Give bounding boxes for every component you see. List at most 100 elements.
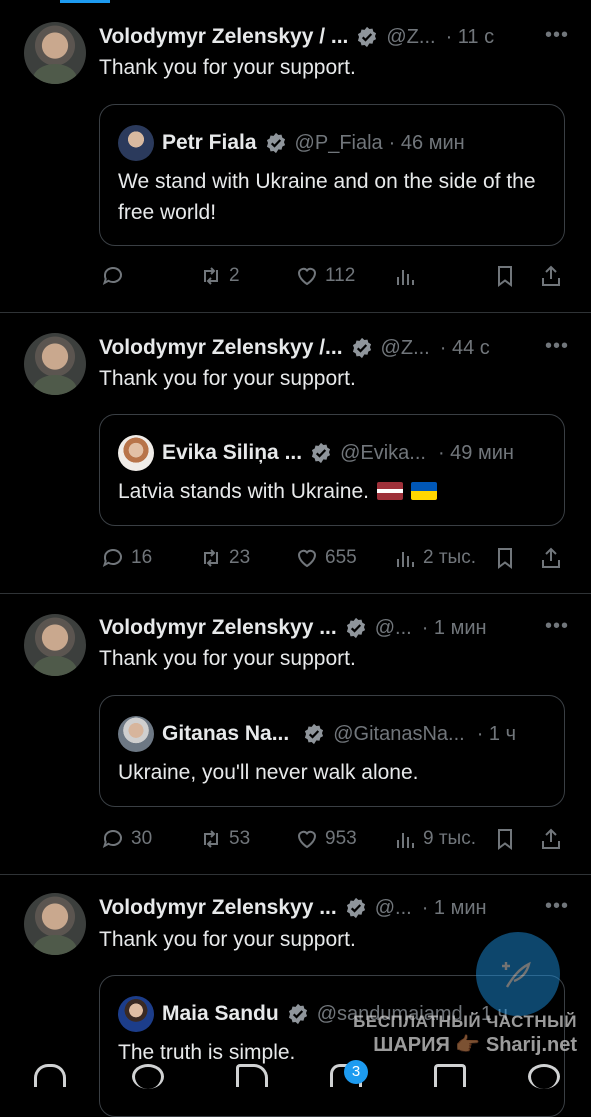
like-button[interactable]: 953 bbox=[295, 827, 357, 851]
timestamp[interactable]: · 44 с bbox=[440, 337, 490, 360]
messages-icon[interactable] bbox=[434, 1064, 466, 1087]
quote-timestamp[interactable]: · 46 мин bbox=[389, 132, 465, 155]
views-chart-icon bbox=[397, 552, 414, 567]
timestamp[interactable]: · 1 мин bbox=[422, 897, 487, 920]
reply-button[interactable]: 30 bbox=[101, 827, 152, 851]
search-icon[interactable] bbox=[132, 1064, 164, 1089]
reply-button[interactable] bbox=[101, 264, 131, 288]
share-icon bbox=[542, 265, 560, 286]
quote-author-name[interactable]: Petr Fiala bbox=[162, 131, 257, 155]
author-handle[interactable]: @Z... bbox=[386, 26, 435, 49]
more-options-icon[interactable]: ••• bbox=[545, 335, 569, 358]
author-handle[interactable]: @... bbox=[375, 617, 412, 640]
latvia-flag-icon bbox=[376, 482, 403, 500]
bookmark-button[interactable] bbox=[493, 264, 523, 288]
tweet-header: Volodymyr Zelenskyy ... @... · 1 мин ••• bbox=[99, 893, 569, 923]
more-options-icon[interactable]: ••• bbox=[545, 615, 569, 638]
action-bar: 30 53 953 9 тыс. bbox=[99, 827, 567, 857]
quote-timestamp[interactable]: · 1 ч bbox=[477, 723, 516, 746]
heart-icon bbox=[297, 549, 317, 568]
author-handle[interactable]: @... bbox=[375, 897, 412, 920]
verified-badge-icon bbox=[358, 26, 377, 48]
author-name[interactable]: Volodymyr Zelenskyy /... bbox=[99, 336, 343, 360]
tweet[interactable]: Volodymyr Zelenskyy ... @... · 1 мин •••… bbox=[0, 594, 591, 874]
tweet-header: Volodymyr Zelenskyy /... @Z... · 44 с ••… bbox=[99, 333, 569, 363]
quote-author-name[interactable]: Maia Sandu bbox=[162, 1002, 279, 1026]
quote-author-handle[interactable]: @GitanasNa... bbox=[333, 723, 464, 746]
share-icon bbox=[542, 547, 560, 568]
quoted-tweet[interactable]: Petr Fiala @P_Fiala · 46 мин We stand wi… bbox=[99, 104, 565, 246]
quote-text: Ukraine, you'll never walk alone. bbox=[118, 761, 419, 784]
author-name[interactable]: Volodymyr Zelenskyy / ... bbox=[99, 25, 348, 49]
views-button[interactable] bbox=[393, 264, 423, 288]
like-button[interactable]: 655 bbox=[295, 546, 357, 570]
quoted-tweet[interactable]: Evika Siliņa ... @Evika... · 49 мин Latv… bbox=[99, 414, 565, 526]
more-options-icon[interactable]: ••• bbox=[545, 24, 569, 47]
quote-avatar[interactable] bbox=[118, 716, 154, 752]
home-icon[interactable] bbox=[34, 1064, 66, 1087]
reply-icon bbox=[102, 267, 122, 286]
quote-author-name[interactable]: Evika Siliņa ... bbox=[162, 441, 302, 465]
communities-icon[interactable] bbox=[528, 1064, 560, 1089]
reply-count: 30 bbox=[131, 828, 153, 849]
like-count: 655 bbox=[325, 547, 357, 568]
reply-button[interactable]: 16 bbox=[101, 546, 152, 570]
quote-timestamp[interactable]: · 49 мин bbox=[438, 442, 514, 465]
verified-badge-icon bbox=[352, 337, 371, 359]
timestamp[interactable]: · 1 мин bbox=[422, 617, 487, 640]
avatar[interactable] bbox=[24, 893, 86, 955]
retweet-count: 2 bbox=[229, 265, 240, 286]
verified-badge-icon bbox=[305, 723, 324, 745]
tweet[interactable]: Volodymyr Zelenskyy / ... @Z... · 11 с •… bbox=[0, 0, 591, 312]
views-chart-icon bbox=[397, 833, 414, 848]
retweet-button[interactable]: 23 bbox=[199, 546, 250, 570]
reply-icon bbox=[102, 549, 122, 568]
quote-avatar[interactable] bbox=[118, 996, 154, 1032]
tweet-text: Thank you for your support. bbox=[99, 367, 356, 390]
quote-avatar[interactable] bbox=[118, 125, 154, 161]
quote-author-handle[interactable]: @P_Fiala bbox=[295, 132, 383, 155]
tweet[interactable]: Volodymyr Zelenskyy /... @Z... · 44 с ••… bbox=[0, 313, 591, 593]
retweet-icon bbox=[204, 830, 218, 848]
verified-badge-icon bbox=[346, 897, 365, 919]
retweet-button[interactable]: 53 bbox=[199, 827, 250, 851]
quote-header: Petr Fiala @P_Fiala · 46 мин bbox=[118, 125, 548, 161]
share-button[interactable] bbox=[539, 546, 569, 570]
heart-icon bbox=[297, 830, 317, 849]
avatar[interactable] bbox=[24, 22, 86, 84]
avatar[interactable] bbox=[24, 333, 86, 395]
quote-text-line: Latvia stands with Ukraine. bbox=[118, 476, 558, 507]
watermark-line-2: ШАРИЯ 👉🏾 Sharij.net bbox=[373, 1034, 577, 1056]
bookmark-icon bbox=[498, 548, 512, 569]
bookmark-button[interactable] bbox=[493, 827, 523, 851]
views-button[interactable]: 9 тыс. bbox=[393, 827, 476, 851]
watermark: БЕСПЛАТНЫЙ ЧАСТНЫЙ ШАРИЯ 👉🏾 Sharij.net bbox=[353, 1012, 577, 1057]
compose-button[interactable] bbox=[476, 932, 560, 1016]
views-button[interactable]: 2 тыс. bbox=[393, 546, 476, 570]
quote-author-handle[interactable]: @Evika... bbox=[340, 442, 426, 465]
bookmark-button[interactable] bbox=[493, 546, 523, 570]
tweet-text: Thank you for your support. bbox=[99, 56, 356, 79]
quoted-tweet[interactable]: Gitanas Na... @GitanasNa... · 1 ч Ukrain… bbox=[99, 695, 565, 807]
retweet-button[interactable]: 2 bbox=[199, 264, 240, 288]
compose-feather-icon bbox=[502, 961, 531, 988]
grok-icon[interactable] bbox=[236, 1064, 268, 1087]
avatar[interactable] bbox=[24, 614, 86, 676]
retweet-count: 23 bbox=[229, 547, 251, 568]
quote-text: Latvia stands with Ukraine. bbox=[118, 480, 369, 503]
share-button[interactable] bbox=[539, 264, 569, 288]
more-options-icon[interactable]: ••• bbox=[545, 895, 569, 918]
like-count: 112 bbox=[325, 265, 356, 286]
reply-count: 16 bbox=[131, 547, 153, 568]
quote-avatar[interactable] bbox=[118, 435, 154, 471]
retweet-count: 53 bbox=[229, 828, 251, 849]
author-name[interactable]: Volodymyr Zelenskyy ... bbox=[99, 616, 337, 640]
timestamp[interactable]: · 11 с bbox=[446, 26, 495, 49]
share-button[interactable] bbox=[539, 827, 569, 851]
author-handle[interactable]: @Z... bbox=[381, 337, 430, 360]
quote-author-name[interactable]: Gitanas Na... bbox=[162, 722, 289, 746]
author-name[interactable]: Volodymyr Zelenskyy ... bbox=[99, 896, 337, 920]
reply-icon bbox=[102, 830, 122, 849]
like-button[interactable]: 112 bbox=[295, 264, 355, 288]
views-count: 2 тыс. bbox=[423, 547, 476, 568]
